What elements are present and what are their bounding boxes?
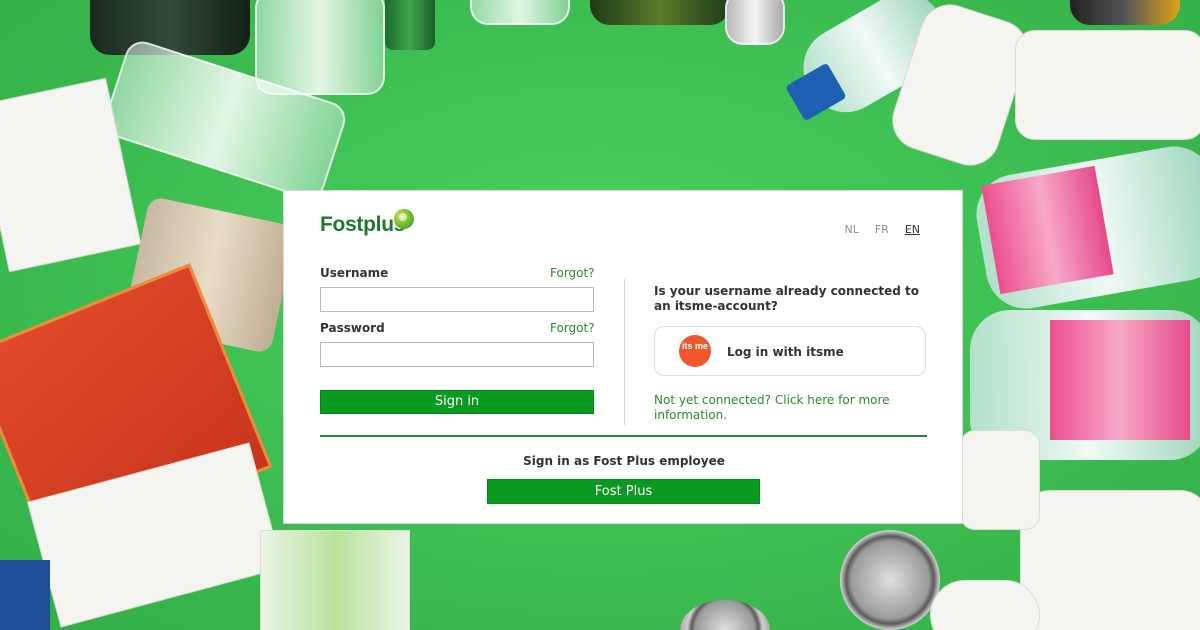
itsme-info-link[interactable]: Not yet connected? Click here for more i… (654, 393, 924, 423)
ultra-label-image (1050, 320, 1190, 440)
itsme-question: Is your username already connected to an… (654, 284, 919, 313)
login-card: Fostplus NL FR EN Username Forgot? Passw… (283, 190, 963, 524)
employee-signin-title: Sign in as Fost Plus employee (523, 454, 725, 468)
lid-image (930, 580, 1040, 630)
glass-jar-top-image (470, 0, 570, 25)
dark-cap-image (1070, 0, 1180, 25)
pink-label-image (981, 165, 1114, 295)
signin-button[interactable]: Sign in (320, 390, 594, 414)
vertical-divider (624, 279, 625, 425)
itsme-login-button[interactable]: its me Log in with itsme (654, 326, 926, 376)
username-input[interactable] (320, 287, 594, 312)
label-bottle-image (1015, 30, 1200, 140)
dark-bottle-top-image (590, 0, 730, 25)
milk-carton-image (260, 530, 410, 630)
lang-en[interactable]: EN (905, 223, 920, 236)
horizontal-divider (320, 435, 927, 437)
white-lid-image (1020, 490, 1200, 630)
lang-fr[interactable]: FR (875, 223, 889, 236)
itsme-logo-icon: its me (679, 335, 711, 367)
lang-nl[interactable]: NL (844, 223, 858, 236)
dark-glass-bottle-image (90, 0, 250, 55)
blue-carton-image (0, 560, 50, 630)
language-switcher: NL FR EN (844, 223, 920, 236)
username-label: Username (320, 266, 389, 280)
small-jar-image (725, 0, 785, 45)
forgot-password-link[interactable]: Forgot? (550, 321, 595, 335)
can-bottom-image (680, 600, 770, 630)
forgot-username-link[interactable]: Forgot? (550, 266, 595, 280)
itsme-button-label: Log in with itsme (727, 345, 844, 359)
fostplus-logo: Fostplus (320, 213, 406, 236)
white-bottle-small-image (960, 430, 1040, 530)
password-label: Password (320, 321, 385, 335)
password-input[interactable] (320, 342, 594, 367)
fostplus-employee-button[interactable]: Fost Plus (487, 479, 760, 504)
open-can-image (840, 530, 940, 630)
green-bottle-image (385, 0, 435, 50)
glass-jar-image (255, 0, 385, 95)
leaf-icon (394, 209, 414, 229)
